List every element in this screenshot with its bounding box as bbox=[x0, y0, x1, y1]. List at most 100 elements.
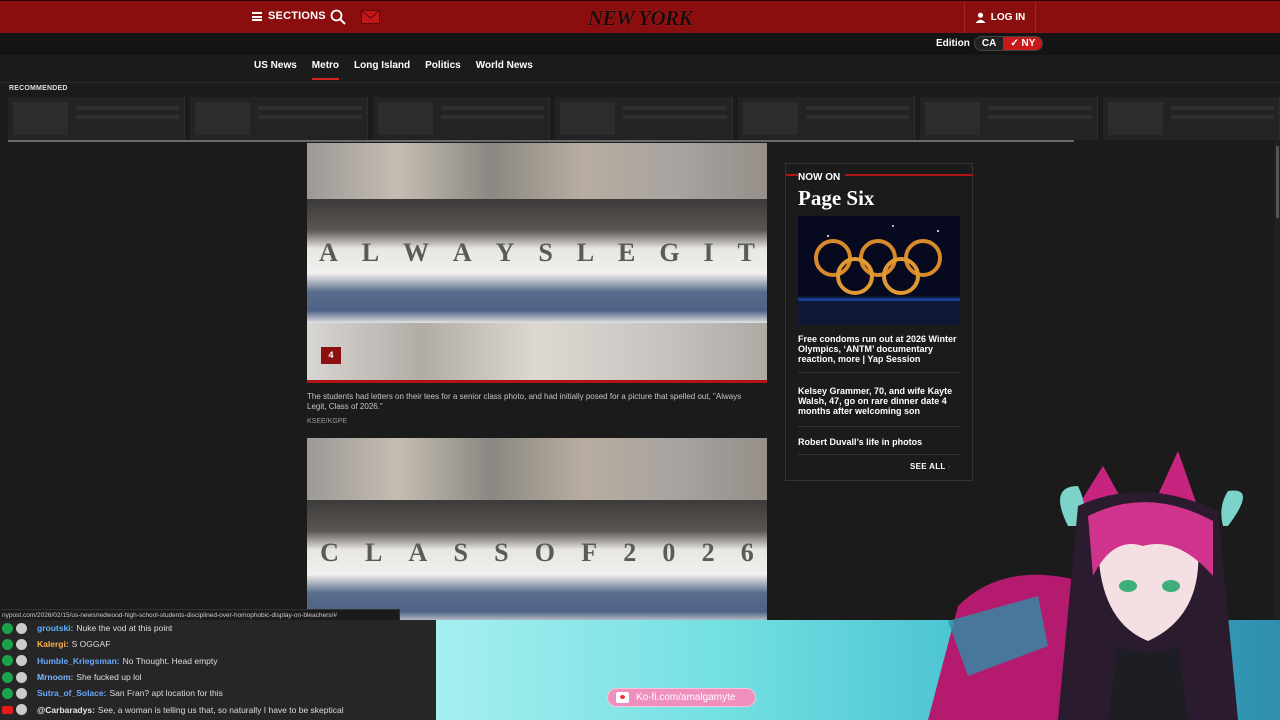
edition-option-ny-label: NY bbox=[1021, 38, 1036, 49]
chat-message: Sutra_of_Solace: San Fran? apt location f… bbox=[0, 685, 436, 701]
photo-blur-top bbox=[307, 143, 767, 199]
olympic-rings-image[interactable] bbox=[798, 216, 960, 325]
chat-message: @Carbaradys: See, a woman is telling us t… bbox=[0, 701, 436, 717]
article-photo-2[interactable]: CLASSOF2026 bbox=[307, 438, 767, 621]
photo-accent-line bbox=[307, 380, 767, 383]
kofi-link[interactable]: Ko-fi.com/amalgamyte bbox=[607, 688, 756, 707]
shirt-letter: 6 bbox=[740, 538, 754, 567]
chat-username[interactable]: Mrnoom: bbox=[37, 672, 73, 682]
subnav-long-island[interactable]: Long Island bbox=[354, 60, 410, 80]
shirt-letter: F bbox=[581, 538, 598, 567]
recommended-card[interactable] bbox=[190, 97, 368, 140]
page-six-title[interactable]: Page Six bbox=[798, 186, 874, 211]
subnav-politics[interactable]: Politics bbox=[425, 60, 461, 80]
chat-text: See, a woman is telling us that, so natu… bbox=[97, 704, 344, 715]
chat-username[interactable]: Kalergi: bbox=[37, 639, 69, 649]
recommended-thumb bbox=[377, 102, 433, 135]
mail-icon[interactable] bbox=[361, 10, 380, 24]
hamburger-icon bbox=[252, 11, 262, 21]
edition-switcher: Edition CA ✓ NY bbox=[936, 36, 1044, 51]
login-label: LOG IN bbox=[990, 12, 1026, 23]
chat-message: groutski: Nuke the vod at this point bbox=[0, 620, 436, 636]
edition-option-ca[interactable]: CA bbox=[974, 37, 1004, 50]
gallery-count-badge[interactable]: 4 bbox=[321, 347, 341, 364]
shirt-letter: T bbox=[737, 238, 755, 267]
platform-icon bbox=[2, 671, 13, 683]
shirt-letter: C bbox=[320, 538, 339, 567]
shirt-letter: A bbox=[318, 238, 338, 267]
edition-label: Edition bbox=[936, 38, 970, 49]
site-header: SECTIONS NEW YORK POST LOG IN bbox=[0, 0, 1280, 54]
shirt-letter: A bbox=[408, 538, 428, 567]
page-six-story[interactable]: Free condoms run out at 2026 Winter Olym… bbox=[798, 334, 960, 364]
recommended-card[interactable] bbox=[8, 97, 186, 140]
shirt-letter: S bbox=[538, 238, 553, 267]
chat-message: Mrnoom: She fucked up lol bbox=[0, 669, 436, 685]
search-icon[interactable] bbox=[330, 9, 346, 25]
chat-username[interactable]: @Carbaradys: bbox=[37, 705, 95, 715]
chat-avatar bbox=[16, 638, 27, 650]
section-subnav: US News Metro Long Island Politics World… bbox=[254, 60, 533, 80]
chat-username[interactable]: Humble_Kriegsman: bbox=[37, 656, 120, 666]
recommended-thumb bbox=[13, 102, 68, 135]
chat-username[interactable]: groutski: bbox=[37, 623, 73, 633]
user-icon bbox=[975, 12, 986, 23]
recommended-thumb bbox=[1107, 102, 1163, 135]
platform-icon bbox=[2, 687, 13, 699]
divider bbox=[0, 82, 1280, 83]
shirt-letter: O bbox=[534, 538, 556, 567]
chat-text: No Thought. Head empty bbox=[122, 655, 218, 666]
chat-message: Kalergi: S OGGAF bbox=[0, 636, 436, 652]
article-photo-1[interactable]: ALWAYSLEGIT 4 bbox=[307, 143, 767, 383]
chat-avatar bbox=[16, 687, 27, 699]
recommended-thumb bbox=[925, 102, 981, 135]
shirt-letter: G bbox=[659, 238, 680, 267]
subnav-metro[interactable]: Metro bbox=[311, 60, 340, 80]
chat-avatar bbox=[16, 655, 27, 667]
recommended-placeholder-lines bbox=[440, 102, 545, 135]
shirt-letter: 2 bbox=[701, 538, 715, 567]
subnav-us-news[interactable]: US News bbox=[254, 60, 297, 80]
recommended-scroll-progress bbox=[8, 140, 1074, 142]
recommended-card[interactable] bbox=[555, 97, 733, 140]
shirt-letter: S bbox=[453, 538, 468, 567]
chat-text: She fucked up lol bbox=[76, 672, 142, 683]
photo-blur-top bbox=[307, 438, 767, 500]
recommended-placeholder-lines bbox=[805, 102, 910, 135]
sections-menu-button[interactable]: SECTIONS bbox=[252, 10, 326, 22]
page-six-widget: NOW ON Page Six Free condoms run out at … bbox=[785, 163, 973, 481]
kofi-label: Ko-fi.com/amalgamyte bbox=[636, 692, 736, 703]
chat-username[interactable]: Sutra_of_Solace: bbox=[37, 688, 106, 698]
page-six-story[interactable]: Kelsey Grammer, 70, and wife Kayte Walsh… bbox=[798, 386, 960, 416]
recommended-card[interactable] bbox=[372, 97, 551, 140]
recommended-strip bbox=[8, 97, 1280, 140]
shirt-letter: W bbox=[402, 238, 429, 267]
site-logo[interactable]: NEW YORK POST bbox=[570, 6, 710, 54]
shirt-letter: A bbox=[452, 238, 472, 267]
recommended-card[interactable] bbox=[737, 97, 916, 140]
subnav-world-news[interactable]: World News bbox=[476, 60, 533, 80]
shirt-letter: S bbox=[494, 538, 509, 567]
recommended-card[interactable] bbox=[1102, 97, 1280, 140]
shirt-letter: E bbox=[618, 238, 636, 267]
recommended-placeholder-lines bbox=[258, 102, 362, 135]
recommended-card[interactable] bbox=[920, 97, 1098, 140]
shirt-letter: I bbox=[703, 238, 714, 267]
scrollbar-thumb[interactable] bbox=[1276, 146, 1279, 218]
recommended-label: RECOMMENDED bbox=[9, 85, 68, 92]
now-on-label: NOW ON bbox=[798, 172, 846, 183]
recommended-thumb bbox=[560, 102, 616, 135]
divider bbox=[798, 426, 960, 427]
check-icon: ✓ bbox=[1010, 38, 1022, 49]
vtuber-avatar bbox=[928, 451, 1243, 720]
edition-option-ny[interactable]: ✓ NY bbox=[1003, 37, 1043, 50]
shirt-letter: L bbox=[361, 238, 380, 267]
chat-text: Nuke the vod at this point bbox=[76, 623, 173, 634]
shirt-letters: ALWAYSLEGIT bbox=[307, 238, 767, 268]
recommended-thumb bbox=[195, 102, 251, 135]
login-button[interactable]: LOG IN bbox=[964, 2, 1036, 33]
edition-bar bbox=[0, 33, 1280, 55]
kofi-cup-icon bbox=[616, 692, 629, 703]
divider bbox=[798, 372, 960, 373]
recommended-placeholder-lines bbox=[623, 102, 727, 135]
